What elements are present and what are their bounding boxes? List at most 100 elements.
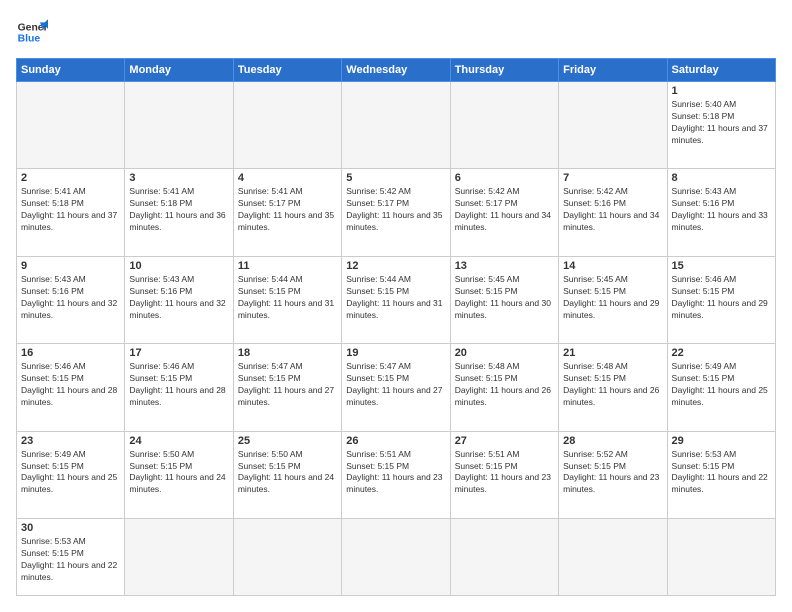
- calendar-table: SundayMondayTuesdayWednesdayThursdayFrid…: [16, 58, 776, 596]
- day-info: Sunrise: 5:46 AM Sunset: 5:15 PM Dayligh…: [129, 361, 228, 409]
- weekday-thursday: Thursday: [450, 59, 558, 82]
- day-number: 28: [563, 435, 662, 447]
- day-number: 10: [129, 260, 228, 272]
- day-number: 4: [238, 172, 337, 184]
- day-info: Sunrise: 5:43 AM Sunset: 5:16 PM Dayligh…: [21, 274, 120, 322]
- day-info: Sunrise: 5:46 AM Sunset: 5:15 PM Dayligh…: [672, 274, 771, 322]
- day-cell: 13Sunrise: 5:45 AM Sunset: 5:15 PM Dayli…: [450, 256, 558, 343]
- logo: General Blue: [16, 16, 48, 48]
- day-cell: 29 Sunrise: 5:53 AM Sunset: 5:15 PM Dayli…: [667, 431, 775, 518]
- day-cell: 6 Sunrise: 5:42 AM Sunset: 5:17 PM Daylig…: [450, 169, 558, 256]
- day-cell: 11Sunrise: 5:44 AM Sunset: 5:15 PM Dayli…: [233, 256, 341, 343]
- day-number: 12: [346, 260, 445, 272]
- day-info: Sunrise: 5:43 AM Sunset: 5:16 PM Dayligh…: [672, 186, 771, 234]
- day-number: 20: [455, 347, 554, 359]
- day-info: Sunrise: 5:42 AM Sunset: 5:17 PM Dayligh…: [346, 186, 445, 234]
- day-cell: [233, 82, 341, 169]
- day-info: Sunrise: 5:42 AM Sunset: 5:17 PM Dayligh…: [455, 186, 554, 234]
- day-info: Sunrise: 5:49 AM Sunset: 5:15 PM Dayligh…: [21, 449, 120, 497]
- day-number: 14: [563, 260, 662, 272]
- day-info: Sunrise: 5:40 AM Sunset: 5:18 PM Dayligh…: [672, 99, 771, 147]
- day-cell: 1 Sunrise: 5:40 AM Sunset: 5:18 PM Daylig…: [667, 82, 775, 169]
- day-number: 9: [21, 260, 120, 272]
- day-cell: 22 Sunrise: 5:49 AM Sunset: 5:15 PM Dayli…: [667, 344, 775, 431]
- day-cell: 23Sunrise: 5:49 AM Sunset: 5:15 PM Dayli…: [17, 431, 125, 518]
- day-number: 1: [672, 85, 771, 97]
- day-number: 3: [129, 172, 228, 184]
- day-cell: [559, 82, 667, 169]
- weekday-header-row: SundayMondayTuesdayWednesdayThursdayFrid…: [17, 59, 776, 82]
- weekday-friday: Friday: [559, 59, 667, 82]
- day-cell: 16 Sunrise: 5:46 AM Sunset: 5:15 PM Dayli…: [17, 344, 125, 431]
- day-cell: 18Sunrise: 5:47 AM Sunset: 5:15 PM Dayli…: [233, 344, 341, 431]
- day-cell: 5Sunrise: 5:42 AM Sunset: 5:17 PM Daylig…: [342, 169, 450, 256]
- day-info: Sunrise: 5:49 AM Sunset: 5:15 PM Dayligh…: [672, 361, 771, 409]
- day-cell: 19Sunrise: 5:47 AM Sunset: 5:15 PM Dayli…: [342, 344, 450, 431]
- day-info: Sunrise: 5:53 AM Sunset: 5:15 PM Dayligh…: [21, 536, 120, 584]
- week-row-4: 16 Sunrise: 5:46 AM Sunset: 5:15 PM Dayli…: [17, 344, 776, 431]
- day-cell: 17Sunrise: 5:46 AM Sunset: 5:15 PM Dayli…: [125, 344, 233, 431]
- day-info: Sunrise: 5:44 AM Sunset: 5:15 PM Dayligh…: [238, 274, 337, 322]
- day-info: Sunrise: 5:48 AM Sunset: 5:15 PM Dayligh…: [455, 361, 554, 409]
- day-info: Sunrise: 5:46 AM Sunset: 5:15 PM Dayligh…: [21, 361, 120, 409]
- day-cell: [667, 519, 775, 596]
- day-cell: 4 Sunrise: 5:41 AM Sunset: 5:17 PM Daylig…: [233, 169, 341, 256]
- week-row-1: 1 Sunrise: 5:40 AM Sunset: 5:18 PM Daylig…: [17, 82, 776, 169]
- day-cell: [450, 519, 558, 596]
- logo-icon: General Blue: [16, 16, 48, 48]
- day-cell: [559, 519, 667, 596]
- day-info: Sunrise: 5:42 AM Sunset: 5:16 PM Dayligh…: [563, 186, 662, 234]
- weekday-tuesday: Tuesday: [233, 59, 341, 82]
- day-number: 27: [455, 435, 554, 447]
- day-number: 21: [563, 347, 662, 359]
- day-info: Sunrise: 5:41 AM Sunset: 5:18 PM Dayligh…: [129, 186, 228, 234]
- day-number: 2: [21, 172, 120, 184]
- day-number: 26: [346, 435, 445, 447]
- day-cell: 2 Sunrise: 5:41 AM Sunset: 5:18 PM Daylig…: [17, 169, 125, 256]
- weekday-sunday: Sunday: [17, 59, 125, 82]
- day-number: 30: [21, 522, 120, 534]
- day-number: 15: [672, 260, 771, 272]
- day-cell: 24 Sunrise: 5:50 AM Sunset: 5:15 PM Dayli…: [125, 431, 233, 518]
- weekday-saturday: Saturday: [667, 59, 775, 82]
- day-info: Sunrise: 5:51 AM Sunset: 5:15 PM Dayligh…: [346, 449, 445, 497]
- day-info: Sunrise: 5:45 AM Sunset: 5:15 PM Dayligh…: [563, 274, 662, 322]
- day-info: Sunrise: 5:41 AM Sunset: 5:17 PM Dayligh…: [238, 186, 337, 234]
- day-cell: 30 Sunrise: 5:53 AM Sunset: 5:15 PM Dayli…: [17, 519, 125, 596]
- day-number: 18: [238, 347, 337, 359]
- day-info: Sunrise: 5:51 AM Sunset: 5:15 PM Dayligh…: [455, 449, 554, 497]
- day-cell: 10 Sunrise: 5:43 AM Sunset: 5:16 PM Dayli…: [125, 256, 233, 343]
- day-cell: 28Sunrise: 5:52 AM Sunset: 5:15 PM Dayli…: [559, 431, 667, 518]
- day-cell: 12 Sunrise: 5:44 AM Sunset: 5:15 PM Dayli…: [342, 256, 450, 343]
- day-number: 25: [238, 435, 337, 447]
- day-number: 6: [455, 172, 554, 184]
- day-number: 19: [346, 347, 445, 359]
- day-number: 22: [672, 347, 771, 359]
- day-cell: 9 Sunrise: 5:43 AM Sunset: 5:16 PM Daylig…: [17, 256, 125, 343]
- day-cell: [342, 82, 450, 169]
- day-info: Sunrise: 5:48 AM Sunset: 5:15 PM Dayligh…: [563, 361, 662, 409]
- day-cell: 15 Sunrise: 5:46 AM Sunset: 5:15 PM Dayli…: [667, 256, 775, 343]
- day-cell: [125, 519, 233, 596]
- weekday-monday: Monday: [125, 59, 233, 82]
- day-cell: 3 Sunrise: 5:41 AM Sunset: 5:18 PM Daylig…: [125, 169, 233, 256]
- day-info: Sunrise: 5:50 AM Sunset: 5:15 PM Dayligh…: [238, 449, 337, 497]
- day-number: 16: [21, 347, 120, 359]
- day-cell: [233, 519, 341, 596]
- day-number: 24: [129, 435, 228, 447]
- page: General Blue SundayMondayTuesdayWednesda…: [0, 0, 792, 612]
- day-info: Sunrise: 5:41 AM Sunset: 5:18 PM Dayligh…: [21, 186, 120, 234]
- day-cell: 20 Sunrise: 5:48 AM Sunset: 5:15 PM Dayli…: [450, 344, 558, 431]
- day-info: Sunrise: 5:50 AM Sunset: 5:15 PM Dayligh…: [129, 449, 228, 497]
- day-cell: 21 Sunrise: 5:48 AM Sunset: 5:15 PM Dayli…: [559, 344, 667, 431]
- day-info: Sunrise: 5:44 AM Sunset: 5:15 PM Dayligh…: [346, 274, 445, 322]
- week-row-2: 2 Sunrise: 5:41 AM Sunset: 5:18 PM Daylig…: [17, 169, 776, 256]
- day-cell: 26 Sunrise: 5:51 AM Sunset: 5:15 PM Dayli…: [342, 431, 450, 518]
- header: General Blue: [16, 16, 776, 48]
- day-number: 29: [672, 435, 771, 447]
- day-cell: [450, 82, 558, 169]
- day-number: 13: [455, 260, 554, 272]
- day-info: Sunrise: 5:53 AM Sunset: 5:15 PM Dayligh…: [672, 449, 771, 497]
- day-cell: 7Sunrise: 5:42 AM Sunset: 5:16 PM Daylig…: [559, 169, 667, 256]
- day-info: Sunrise: 5:43 AM Sunset: 5:16 PM Dayligh…: [129, 274, 228, 322]
